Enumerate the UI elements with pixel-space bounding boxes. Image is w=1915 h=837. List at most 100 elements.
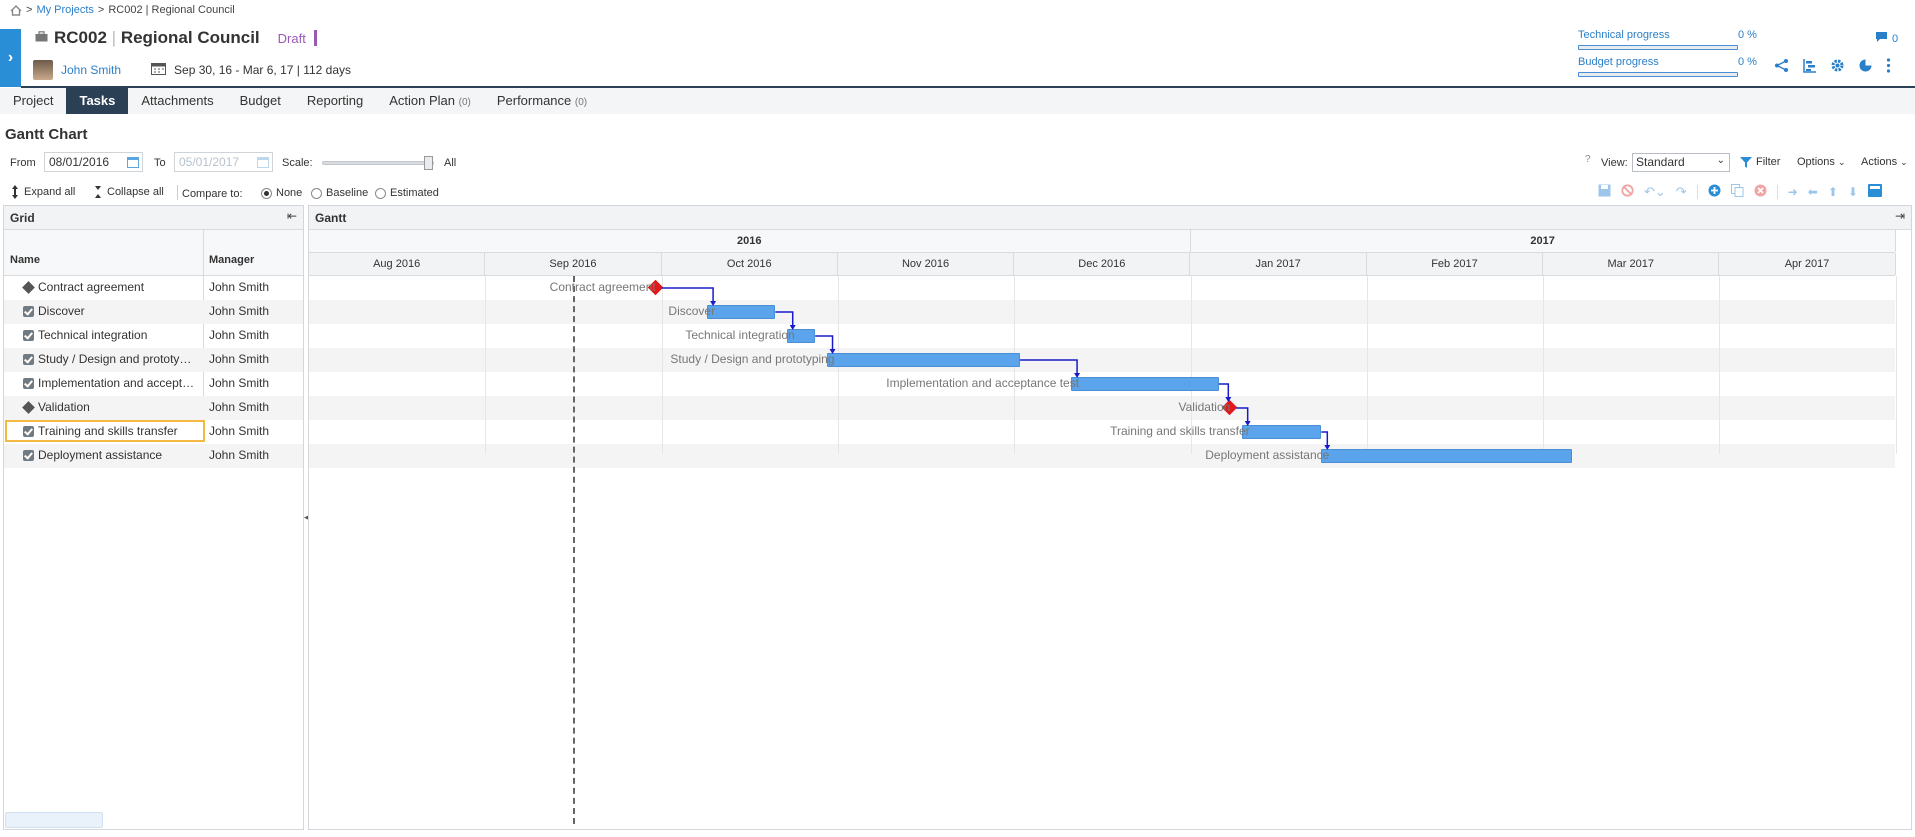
collapse-panel-icon[interactable]: ⇤ <box>287 209 297 223</box>
redo-icon[interactable]: ↷ <box>1676 184 1687 200</box>
filter-button[interactable]: Filter <box>1740 156 1780 168</box>
expand-all-button[interactable]: Expand all <box>12 185 75 199</box>
grid-panel: Grid ⇤ Name Manager Contract agreement Jo… <box>3 205 304 830</box>
outdent-icon[interactable]: ⬅ <box>1808 185 1818 199</box>
table-row[interactable]: Deployment assistance John Smith <box>4 444 303 468</box>
add-task-icon[interactable] <box>1708 184 1721 200</box>
breadcrumb-separator: > <box>97 4 105 16</box>
pie-chart-icon[interactable] <box>1858 58 1873 76</box>
home-icon[interactable] <box>10 5 22 16</box>
budget-progress: Budget progress 0 % <box>1578 56 1778 77</box>
collapse-all-button[interactable]: Collapse all <box>95 185 164 199</box>
task-manager-cell[interactable]: John Smith <box>209 280 269 294</box>
budget-progress-bar <box>1578 72 1738 77</box>
chevron-right-icon: › <box>7 49 14 66</box>
task-name-cell[interactable]: Deployment assistance <box>38 448 198 462</box>
comments-indicator[interactable]: 0 <box>1875 31 1898 46</box>
calendar-icon <box>151 62 167 78</box>
technical-progress-label[interactable]: Technical progress <box>1578 29 1670 41</box>
table-row[interactable]: Technical integration John Smith <box>4 324 303 348</box>
table-row[interactable]: Contract agreement John Smith <box>4 276 303 300</box>
compare-baseline-radio[interactable]: Baseline <box>311 187 368 199</box>
table-row[interactable]: Implementation and accept… John Smith <box>4 372 303 396</box>
more-vertical-icon[interactable] <box>1886 58 1891 76</box>
status-marker <box>313 30 317 46</box>
tab-reporting[interactable]: Reporting <box>294 88 376 114</box>
table-row[interactable]: Training and skills transfer John Smith <box>4 420 303 444</box>
horizontal-scrollbar[interactable] <box>5 812 103 828</box>
task-name-cell[interactable]: Technical integration <box>38 328 198 342</box>
gear-icon[interactable] <box>1830 58 1845 76</box>
task-manager-cell[interactable]: John Smith <box>209 304 269 318</box>
comments-count: 0 <box>1892 32 1899 45</box>
table-row[interactable]: Study / Design and prototyp… John Smith <box>4 348 303 372</box>
task-manager-cell[interactable]: John Smith <box>209 352 269 366</box>
move-down-icon[interactable]: ⬇ <box>1848 185 1858 199</box>
share-icon[interactable] <box>1774 58 1789 76</box>
task-name-cell[interactable]: Validation <box>38 400 198 414</box>
tab-attachments[interactable]: Attachments <box>128 88 226 114</box>
manager-link[interactable]: John Smith <box>61 63 121 77</box>
to-date-field[interactable]: 05/01/2017 <box>174 152 273 172</box>
compare-none-radio[interactable]: None <box>261 187 302 199</box>
scale-slider[interactable] <box>322 161 434 165</box>
cell-editor-focus[interactable] <box>5 420 205 442</box>
tab-performance[interactable]: Performance (0) <box>484 88 600 114</box>
copy-icon[interactable] <box>1730 184 1744 200</box>
view-label: View: <box>1601 157 1628 169</box>
project-name: Regional Council <box>120 28 260 47</box>
task-manager-cell[interactable]: John Smith <box>209 376 269 390</box>
table-row[interactable]: Discover John Smith <box>4 300 303 324</box>
actions-menu[interactable]: Actions ⌄ <box>1861 156 1908 168</box>
breadcrumb-my-projects[interactable]: My Projects <box>36 4 93 16</box>
column-header-name[interactable]: Name <box>10 254 40 266</box>
compare-label: Compare to: <box>182 188 243 200</box>
task-manager-cell[interactable]: John Smith <box>209 328 269 342</box>
task-name-cell[interactable]: Implementation and accept… <box>38 376 198 390</box>
task-manager-cell[interactable]: John Smith <box>209 448 269 462</box>
task-icon <box>23 306 34 317</box>
help-icon[interactable]: ? <box>1585 154 1591 165</box>
tab-tasks[interactable]: Tasks <box>66 88 129 114</box>
budget-progress-label[interactable]: Budget progress <box>1578 56 1659 68</box>
tab-budget[interactable]: Budget <box>227 88 294 114</box>
indent-icon[interactable]: ➜ <box>1788 185 1798 199</box>
task-manager-cell[interactable]: John Smith <box>209 424 269 438</box>
dependency-arrow <box>789 325 796 330</box>
from-date-field[interactable]: 08/01/2016 <box>44 152 143 172</box>
view-select[interactable]: Standard ⌄ <box>1632 153 1730 172</box>
tab-action-plan[interactable]: Action Plan (0) <box>376 88 484 114</box>
column-header-manager[interactable]: Manager <box>209 254 254 266</box>
task-name-cell[interactable]: Study / Design and prototyp… <box>38 352 198 366</box>
task-icon <box>23 330 34 341</box>
calendar-icon[interactable] <box>127 157 139 168</box>
cancel-icon[interactable] <box>1621 184 1634 200</box>
grid-title: Grid <box>10 211 35 225</box>
grid-line <box>1895 276 1897 454</box>
options-menu[interactable]: Options ⌄ <box>1797 156 1846 168</box>
hierarchy-icon[interactable] <box>1802 58 1817 76</box>
task-name-cell[interactable]: Discover <box>38 304 198 318</box>
expand-panel-icon[interactable]: ⇥ <box>1895 209 1905 223</box>
scale-label: Scale: <box>282 157 313 169</box>
task-icon <box>23 354 34 365</box>
breadcrumb: > My Projects > RC002 | Regional Council <box>10 4 235 16</box>
export-icon[interactable] <box>1867 184 1882 200</box>
task-manager-cell[interactable]: John Smith <box>209 400 269 414</box>
budget-progress-value: 0 % <box>1738 56 1757 68</box>
table-row[interactable]: Validation John Smith <box>4 396 303 420</box>
task-icon <box>23 378 34 389</box>
dependency-link <box>1019 359 1078 376</box>
move-up-icon[interactable]: ⬆ <box>1828 185 1838 199</box>
compare-estimated-radio[interactable]: Estimated <box>375 187 439 199</box>
status-badge[interactable]: Draft <box>278 31 306 46</box>
undo-icon[interactable]: ↶⌄ <box>1644 184 1666 200</box>
scale-slider-handle[interactable] <box>424 156 433 170</box>
task-name-cell[interactable]: Contract agreement <box>38 280 198 294</box>
save-icon[interactable] <box>1598 184 1611 200</box>
dependency-arrow <box>710 301 717 306</box>
tab-project[interactable]: Project <box>0 88 66 114</box>
sidebar-toggle-button[interactable]: › <box>0 29 21 87</box>
delete-icon[interactable] <box>1754 184 1767 200</box>
milestone-icon <box>22 281 35 294</box>
